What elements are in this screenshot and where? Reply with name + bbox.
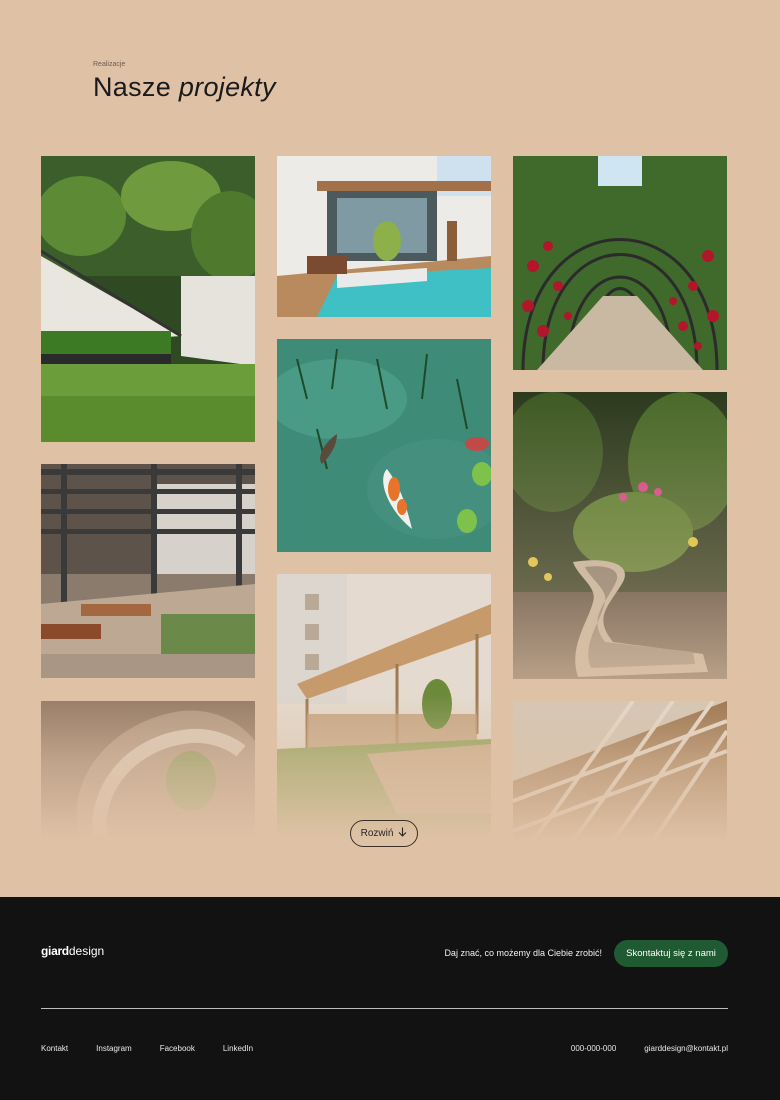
- arrow-down-icon: [398, 827, 407, 840]
- wooden-pergola-image: [277, 574, 491, 840]
- footer-email[interactable]: giarddesign@kontakt.pl: [644, 1044, 728, 1053]
- footer-cta-text: Daj znać, co możemy dla Ciebie zrobić!: [444, 948, 602, 958]
- project-tile-garden-path[interactable]: [513, 392, 727, 679]
- logo-bold: giard: [41, 944, 69, 958]
- section-eyebrow: Realizacje: [93, 61, 126, 68]
- site-footer: giarddesign Daj znać, co możemy dla Cieb…: [0, 897, 780, 1100]
- title-plain: Nasze: [93, 72, 172, 102]
- footer-logo[interactable]: giarddesign: [41, 944, 104, 958]
- rose-arch-image: [513, 156, 727, 370]
- pool-terrace-image: [277, 156, 491, 317]
- expand-label: Rozwiń: [360, 828, 394, 839]
- logo-light: design: [68, 944, 105, 958]
- tropical-garden-image: [41, 156, 255, 442]
- footer-contact: 000-000-000 giarddesign@kontakt.pl: [571, 1044, 728, 1053]
- footer-link-facebook[interactable]: Facebook: [160, 1044, 195, 1053]
- footer-link-linkedin[interactable]: LinkedIn: [223, 1044, 253, 1053]
- lattice-pergola-image: [513, 701, 727, 841]
- project-tile-lattice-pergola[interactable]: [513, 701, 727, 841]
- footer-link-kontakt[interactable]: Kontakt: [41, 1044, 68, 1053]
- garden-path-image: [513, 392, 727, 679]
- steel-pergola-image: [41, 464, 255, 678]
- footer-phone[interactable]: 000-000-000: [571, 1044, 616, 1053]
- title-italic: projekty: [178, 72, 276, 102]
- project-tile-rose-arch[interactable]: [513, 156, 727, 370]
- expand-button[interactable]: Rozwiń: [350, 820, 418, 847]
- spiral-stair-image: [41, 701, 255, 841]
- project-tile-pool-terrace[interactable]: [277, 156, 491, 317]
- footer-divider: [41, 1008, 728, 1009]
- project-tile-koi-pond[interactable]: [277, 339, 491, 552]
- project-tile-wooden-pergola[interactable]: [277, 574, 491, 840]
- project-tile-tropical-garden[interactable]: [41, 156, 255, 442]
- koi-pond-image: [277, 339, 491, 552]
- section-title: Nasze projekty: [93, 72, 276, 103]
- page: Realizacje Nasze projekty Rozwiń giardde…: [0, 0, 780, 1100]
- contact-us-button[interactable]: Skontaktuj się z nami: [614, 940, 728, 967]
- project-tile-spiral-stair[interactable]: [41, 701, 255, 841]
- project-tile-steel-pergola[interactable]: [41, 464, 255, 678]
- footer-links: Kontakt Instagram Facebook LinkedIn: [41, 1044, 253, 1053]
- footer-link-instagram[interactable]: Instagram: [96, 1044, 132, 1053]
